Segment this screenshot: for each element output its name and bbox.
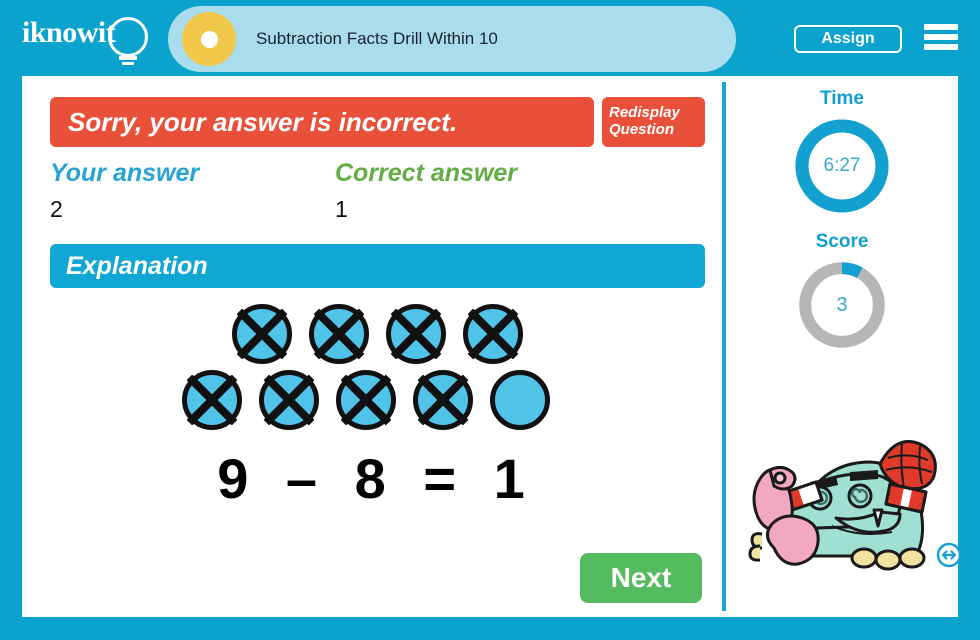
score-gauge: 3 [796,259,888,351]
counter-crossed [386,304,446,364]
counter-diagram [50,304,705,439]
counter-crossed [463,304,523,364]
counter-crossed [181,370,242,430]
question-panel: Sorry, your answer is incorrect. Redispl… [22,76,722,617]
status-sidebar: Time 6:27 Score 3 [726,76,962,617]
counter-crossed [335,370,396,430]
lesson-dot-icon [182,12,236,66]
feedback-message: Sorry, your answer is incorrect. [68,106,458,137]
your-answer-group: Your answer 2 [50,159,199,223]
incorrect-banner: Sorry, your answer is incorrect. [50,97,594,147]
next-button[interactable]: Next [580,553,702,603]
redisplay-line-2: Question [609,121,675,138]
correct-answer-group: Correct answer 1 [335,159,517,223]
time-gauge-block: Time 6:27 [726,88,958,216]
app-window: iknowit Subtraction Facts Drill Within 1… [0,0,980,640]
monster-mascot-icon [740,406,962,581]
your-answer-value: 2 [50,196,63,222]
equation: 9 – 8 = 1 [22,446,722,511]
redisplay-line-1: Redisplay [609,104,680,121]
counter-crossed [412,370,473,430]
equation-operator: – [285,447,320,510]
hamburger-menu-icon[interactable] [924,22,958,52]
score-gauge-block: Score 3 [726,231,958,351]
equation-equals: = [423,447,459,510]
content-stage: Sorry, your answer is incorrect. Redispl… [22,76,962,617]
your-answer-label: Your answer [50,159,200,187]
counter-crossed [258,370,319,430]
time-gauge-title: Time [819,88,864,109]
redisplay-question-button[interactable]: Redisplay Question [602,97,705,147]
menu-bar-2 [924,34,958,40]
lightbulb-base-lower-icon [122,62,134,65]
lightbulb-icon [108,17,148,57]
correct-answer-value: 1 [335,196,348,222]
lesson-title: Subtraction Facts Drill Within 10 [256,29,498,48]
explanation-title: Explanation [66,251,208,280]
horizontal-resize-icon[interactable] [936,542,962,568]
explanation-header: Explanation [50,244,705,288]
iknowit-logo[interactable]: iknowit [22,16,162,65]
time-gauge: 6:27 [792,116,892,216]
score-gauge-value: 3 [836,293,848,316]
counter-plain [489,370,550,430]
score-gauge-title: Score [815,231,869,252]
counter-crossed [309,304,369,364]
counter-row [50,304,705,364]
correct-answer-label: Correct answer [335,159,518,187]
counter-crossed [232,304,292,364]
menu-bar-3 [924,44,958,50]
equation-result: 1 [493,447,527,510]
feedback-row: Sorry, your answer is incorrect. Redispl… [50,97,705,147]
app-header: iknowit Subtraction Facts Drill Within 1… [0,0,980,76]
counter-disc [489,370,550,430]
lightbulb-base-icon [119,56,137,60]
equation-minuend: 9 [217,447,251,510]
counter-row [26,370,705,430]
time-gauge-value: 6:27 [823,155,861,176]
assign-button[interactable]: Assign [794,25,902,53]
lesson-dot-inner [200,30,218,48]
menu-bar-1 [924,24,958,30]
answer-comparison: Your answer 2 Correct answer 1 [50,159,705,229]
equation-subtrahend: 8 [354,447,388,510]
lesson-title-tab: Subtraction Facts Drill Within 10 [168,6,736,72]
